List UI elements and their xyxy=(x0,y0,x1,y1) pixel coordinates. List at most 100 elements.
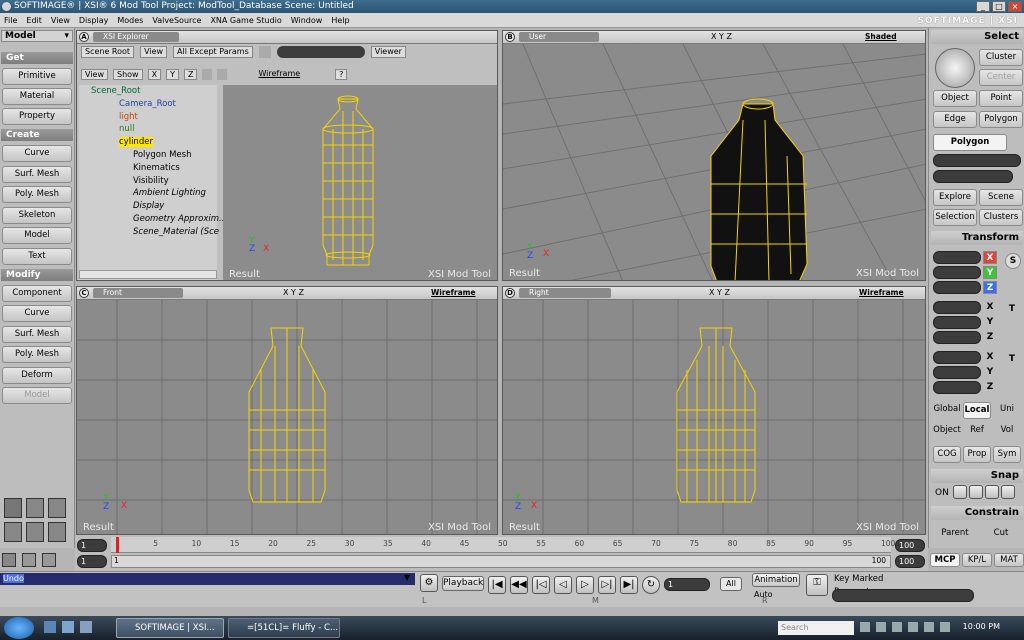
playhead[interactable] xyxy=(116,537,119,553)
prop-button[interactable]: Prop xyxy=(963,446,991,463)
menu-file[interactable]: File xyxy=(4,16,17,25)
edge-button[interactable]: Edge xyxy=(933,111,977,128)
tree-item-scene-root[interactable]: Scene_Root xyxy=(79,85,217,98)
ie-icon[interactable] xyxy=(62,621,74,633)
lock-icon[interactable] xyxy=(202,69,213,80)
y-button[interactable]: Y xyxy=(166,69,179,80)
menu-window[interactable]: Window xyxy=(291,16,323,25)
primitive-button[interactable]: Primitive xyxy=(2,68,72,85)
tray-icon[interactable] xyxy=(908,622,918,632)
snap-on-toggle[interactable]: ON xyxy=(935,488,949,498)
point-button[interactable]: Point xyxy=(979,90,1023,107)
object-ref-button[interactable]: Object xyxy=(933,423,961,440)
trans-z-axis[interactable]: Z xyxy=(983,381,997,394)
explore-button[interactable]: Explore xyxy=(933,189,977,206)
search-field[interactable] xyxy=(276,46,365,58)
uni-button[interactable]: Uni xyxy=(993,402,1021,419)
command-icon[interactable]: ⚙ xyxy=(420,574,438,592)
tree-scrollbar[interactable] xyxy=(79,270,217,279)
display-mode-b[interactable]: Shaded xyxy=(865,32,897,41)
local-button[interactable]: Local xyxy=(963,402,991,419)
play-back-icon[interactable]: ◁ xyxy=(554,576,572,594)
menu-view[interactable]: View xyxy=(51,16,70,25)
text-button[interactable]: Text xyxy=(2,248,72,265)
cog-button[interactable]: COG xyxy=(933,446,961,463)
cut-button[interactable]: Cut xyxy=(979,526,1023,543)
selection-field-2[interactable] xyxy=(933,170,1013,183)
layout-icon[interactable] xyxy=(26,522,44,542)
animation-button[interactable]: Animation xyxy=(752,573,800,587)
view-button[interactable]: View xyxy=(140,46,168,58)
prev-frame-icon[interactable]: |◁ xyxy=(532,576,550,594)
material-button[interactable]: Material xyxy=(2,88,72,105)
layout-icon[interactable] xyxy=(48,522,66,542)
lock-icon[interactable] xyxy=(258,46,271,58)
tree-item-kinematics[interactable]: Kinematics xyxy=(79,162,217,175)
scale-y-field[interactable] xyxy=(933,266,981,279)
scene-button[interactable]: Scene xyxy=(979,189,1023,206)
sym-button[interactable]: Sym xyxy=(993,446,1021,463)
axis-toggle-d[interactable]: X Y Z xyxy=(709,288,730,297)
viewport-a-render[interactable]: YZX Result XSI Mod Tool xyxy=(223,85,497,280)
layout-icon[interactable] xyxy=(4,522,22,542)
scale-z-axis[interactable]: Z xyxy=(983,281,997,294)
taskbar-item-chat[interactable]: =[51CL]= Fluffy - C... xyxy=(228,618,340,638)
rot-z-axis[interactable]: Z xyxy=(983,331,997,344)
tree-item-null[interactable]: null xyxy=(79,123,217,136)
clock[interactable]: 10:00 PM xyxy=(963,622,1000,631)
layout-icon[interactable] xyxy=(48,498,66,518)
x-button[interactable]: X xyxy=(147,69,162,80)
camera-menu-d[interactable]: Right xyxy=(519,288,611,298)
show-desktop-icon[interactable] xyxy=(44,621,56,633)
rot-z-field[interactable] xyxy=(933,331,981,344)
command-line[interactable]: Undo xyxy=(0,573,415,585)
parent-button[interactable]: Parent xyxy=(933,526,977,543)
mat-tab[interactable]: MAT xyxy=(994,553,1024,567)
scale-z-field[interactable] xyxy=(933,281,981,294)
modify-poly-mesh-button[interactable]: Poly. Mesh xyxy=(2,346,72,363)
viewport-d[interactable]: D Right X Y Z Wireframe YZX Result XSI M… xyxy=(502,286,926,535)
tray-icon[interactable] xyxy=(876,622,886,632)
tree-item-ambient-lighting[interactable]: Ambient Lighting xyxy=(79,187,217,200)
close-button[interactable]: × xyxy=(1008,1,1022,12)
volume-icon[interactable] xyxy=(940,622,950,632)
trans-z-field[interactable] xyxy=(933,381,981,394)
create-surf-mesh-button[interactable]: Surf. Mesh xyxy=(2,166,72,183)
selection-field[interactable] xyxy=(933,154,1021,167)
tray-icon[interactable] xyxy=(860,622,870,632)
trans-y-field[interactable] xyxy=(933,366,981,379)
wireframe-menu[interactable]: Wireframe xyxy=(258,69,300,80)
explorer-title[interactable]: XSI Explorer xyxy=(93,32,179,42)
next-frame-icon[interactable]: ▷| xyxy=(598,576,616,594)
rot-x-axis[interactable]: X xyxy=(983,301,997,314)
create-curve-button[interactable]: Curve xyxy=(2,145,72,162)
timeline[interactable]: 1 5 10 15 20 25 30 35 40 45 50 55 60 65 70 75 80 85 90 95 1… xyxy=(75,535,928,571)
object-select-button[interactable]: Object xyxy=(933,90,977,107)
module-selector[interactable]: Model ▾ xyxy=(1,30,73,42)
menu-display[interactable]: Display xyxy=(79,16,109,25)
create-model-button[interactable]: Model xyxy=(2,227,72,244)
tree-item-cylinder[interactable]: cylinder xyxy=(79,136,217,149)
rot-x-field[interactable] xyxy=(933,301,981,314)
property-button[interactable]: Property xyxy=(2,108,72,125)
menu-xna[interactable]: XNA Game Studio xyxy=(210,16,281,25)
trans-x-field[interactable] xyxy=(933,351,981,364)
snap-settings-icon[interactable] xyxy=(1001,485,1015,499)
z-button[interactable]: Z xyxy=(183,69,198,80)
timeline-end-field[interactable]: 100 xyxy=(895,539,925,552)
component-button[interactable]: Component xyxy=(2,285,72,302)
layout-icon[interactable] xyxy=(26,498,44,518)
axis-toggle-c[interactable]: X Y Z xyxy=(283,288,304,297)
all-button[interactable]: All xyxy=(720,577,742,591)
pencil-icon[interactable] xyxy=(22,553,36,567)
polygon-button[interactable]: Polygon xyxy=(979,111,1023,128)
maximize-button[interactable]: □ xyxy=(992,1,1006,12)
timeline-ruler[interactable]: 5 10 15 20 25 30 35 40 45 50 55 60 65 70 75 80 85 90 95 100 xyxy=(111,537,895,553)
command-dropdown-icon[interactable]: ▼ xyxy=(404,573,410,582)
taskbar-search[interactable]: Search xyxy=(778,621,854,635)
layout-icon[interactable] xyxy=(4,498,22,518)
tree-item-light[interactable]: light xyxy=(79,111,217,124)
selection-button[interactable]: Selection xyxy=(933,209,977,226)
snap-grid-icon[interactable] xyxy=(969,485,983,499)
key-icon[interactable]: ⚿ xyxy=(806,574,828,596)
